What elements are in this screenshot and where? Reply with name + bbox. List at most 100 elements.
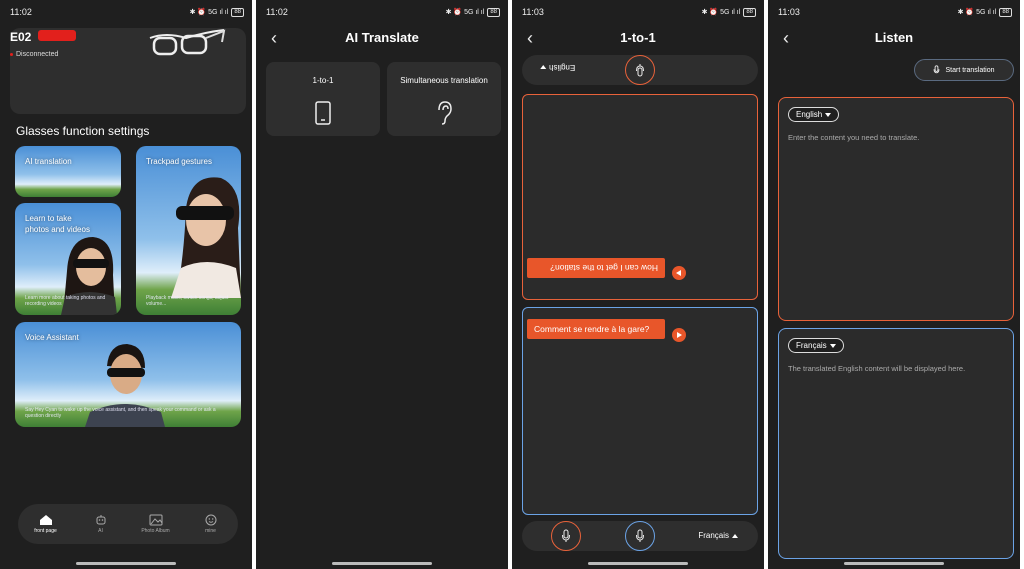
status-icons: ✱ ⏰ 5G ıl ıl xyxy=(701,9,741,16)
battery-icon: 88 xyxy=(487,7,500,17)
bottom-speaker-panel: Comment se rendre à la gare? xyxy=(522,307,758,515)
status-icons: ✱ ⏰ 5G ıl ıl xyxy=(189,9,229,16)
ai-translate-screen: 11:02 ✱ ⏰ 5G ıl ıl 88 ‹ AI Translate 1-to… xyxy=(256,0,508,569)
status-bar: 11:03 ✱ ⏰ 5G ıl ıl 88 xyxy=(522,6,756,18)
tile-voice-assistant[interactable]: Voice Assistant Say Hey Cyan to wake up … xyxy=(15,322,241,427)
section-title: Glasses function settings xyxy=(16,124,150,138)
play-button-top[interactable] xyxy=(672,266,686,280)
tile-trackpad-gestures[interactable]: Trackpad gestures Playback music, switch… xyxy=(136,146,241,315)
top-mic-button[interactable] xyxy=(625,55,655,85)
dropdown-arrow-icon xyxy=(540,65,546,70)
tab-label: Photo Album xyxy=(141,528,170,534)
tile-learn-photos[interactable]: Learn to take photos and videos Learn mo… xyxy=(15,203,121,315)
start-translation-label: Start translation xyxy=(945,66,995,74)
battery-icon: 88 xyxy=(231,7,244,17)
header: ‹ Listen xyxy=(768,28,1020,48)
status-icons: ✱ ⏰ 5G ıl ıl xyxy=(445,9,485,16)
status-time: 11:02 xyxy=(10,7,32,17)
tab-label: front page xyxy=(34,528,57,534)
play-triangle-icon xyxy=(677,332,682,338)
microphone-icon xyxy=(934,65,940,74)
status-icons: ✱ ⏰ 5G ıl ıl xyxy=(957,9,997,16)
tile-title: AI translation xyxy=(25,157,72,166)
language-label: English xyxy=(549,63,576,72)
top-language-select[interactable]: English xyxy=(540,63,575,72)
language-label: English xyxy=(796,110,823,119)
header: ‹ 1-to-1 xyxy=(512,28,764,48)
status-bar: 11:03 ✱ ⏰ 5G ıl ıl 88 xyxy=(778,6,1012,18)
mode-card-simultaneous[interactable]: Simultaneous translation xyxy=(387,62,501,136)
microphone-icon xyxy=(636,64,644,77)
robot-icon xyxy=(94,514,108,526)
bottom-language-select[interactable]: Français xyxy=(698,531,738,540)
battery-icon: 88 xyxy=(999,7,1012,17)
language-label: Français xyxy=(698,531,729,540)
tab-label: mine xyxy=(205,528,216,534)
home-indicator[interactable] xyxy=(588,562,688,565)
connection-status-text: Disconnected xyxy=(16,51,59,58)
message-bubble-top: How can I get to the station? xyxy=(527,258,665,278)
bottom-tab-bar: front page AI Photo Album mine xyxy=(18,504,238,544)
header: ‹ AI Translate xyxy=(256,28,508,48)
home-indicator[interactable] xyxy=(332,562,432,565)
source-text-input[interactable]: Enter the content you need to translate. xyxy=(788,132,983,143)
back-chevron-icon[interactable]: ‹ xyxy=(520,28,540,48)
home-icon xyxy=(39,514,53,526)
tab-photo-album[interactable]: Photo Album xyxy=(131,514,181,534)
glasses-image xyxy=(149,29,226,56)
page-title: AI Translate xyxy=(345,30,419,45)
mode-label: 1-to-1 xyxy=(312,76,334,85)
redaction-mark xyxy=(38,30,76,41)
target-panel: Français The translated English content … xyxy=(778,328,1014,559)
back-chevron-icon[interactable]: ‹ xyxy=(776,28,796,48)
image-icon xyxy=(149,514,163,526)
home-indicator[interactable] xyxy=(844,562,944,565)
dropdown-arrow-icon xyxy=(825,112,832,117)
microphone-icon xyxy=(636,529,644,542)
ear-icon xyxy=(438,101,452,125)
start-translation-button[interactable]: Start translation xyxy=(914,59,1014,81)
one-to-one-screen: 11:03 ✱ ⏰ 5G ıl ıl 88 ‹ 1-to-1 English Ho… xyxy=(512,0,764,569)
tile-description: Playback music, switch songs, adjust vol… xyxy=(146,295,229,307)
mic-button-right[interactable] xyxy=(625,521,655,551)
dropdown-arrow-icon xyxy=(829,343,836,348)
model-photo xyxy=(171,177,241,298)
listen-screen: 11:03 ✱ ⏰ 5G ıl ıl 88 ‹ Listen Start tran… xyxy=(768,0,1020,569)
source-panel: English Enter the content you need to tr… xyxy=(778,97,1014,321)
home-indicator[interactable] xyxy=(76,562,176,565)
play-triangle-icon xyxy=(676,270,681,276)
status-dot-icon xyxy=(10,53,13,56)
mode-card-one-to-one[interactable]: 1-to-1 xyxy=(266,62,380,136)
source-language-select[interactable]: English xyxy=(788,107,840,122)
tile-description: Learn more about taking photos and recor… xyxy=(25,295,106,307)
battery-icon: 88 xyxy=(743,7,756,17)
status-time: 11:02 xyxy=(266,7,288,17)
play-button-bottom[interactable] xyxy=(672,328,686,342)
tab-ai[interactable]: AI xyxy=(76,514,126,534)
status-bar: 11:02 ✱ ⏰ 5G ıl ıl 88 xyxy=(266,6,500,18)
device-name: E02 xyxy=(10,30,32,44)
connection-status: Disconnected xyxy=(10,51,58,58)
back-chevron-icon[interactable]: ‹ xyxy=(264,28,284,48)
target-text-output: The translated English content will be d… xyxy=(788,364,966,373)
top-speaker-panel: How can I get to the station? xyxy=(522,94,758,300)
page-title: 1-to-1 xyxy=(620,30,656,45)
tile-title: Trackpad gestures xyxy=(146,157,212,166)
tab-label: AI xyxy=(98,528,103,534)
microphone-icon xyxy=(562,529,570,542)
status-time: 11:03 xyxy=(778,7,800,17)
dropdown-arrow-icon xyxy=(732,533,738,538)
tab-front-page[interactable]: front page xyxy=(21,514,71,534)
phone-icon xyxy=(315,101,331,125)
home-screen: 11:02 ✱ ⏰ 5G ıl ıl 88 E02 Disconnected Gl… xyxy=(0,0,252,569)
tile-ai-translation[interactable]: AI translation xyxy=(15,146,121,197)
status-time: 11:03 xyxy=(522,7,544,17)
tile-title: Voice Assistant xyxy=(25,333,79,342)
message-bubble-bottom: Comment se rendre à la gare? xyxy=(527,319,665,339)
tab-mine[interactable]: mine xyxy=(186,514,236,534)
mic-button-left[interactable] xyxy=(551,521,581,551)
language-label: Français xyxy=(796,341,827,350)
target-language-select[interactable]: Français xyxy=(788,338,844,353)
status-bar: 11:02 ✱ ⏰ 5G ıl ıl 88 xyxy=(10,6,244,18)
mode-label: Simultaneous translation xyxy=(400,76,488,85)
